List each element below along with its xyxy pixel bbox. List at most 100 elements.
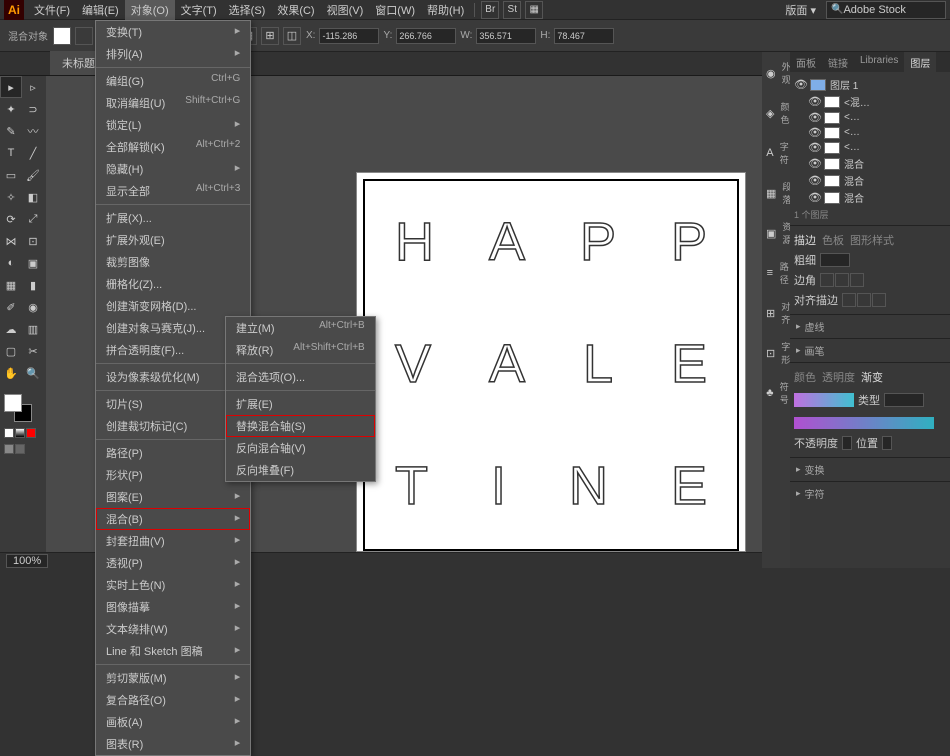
menu-item[interactable]: 锁定(L) (96, 114, 250, 136)
menu-item[interactable]: Line 和 Sketch 图稿 (96, 640, 250, 662)
letter[interactable]: P (671, 211, 707, 273)
stroke-swatch[interactable] (75, 27, 93, 45)
menu-item[interactable]: 创建渐变网格(D)... (96, 295, 250, 317)
panel-icon[interactable]: ⊞ (766, 304, 775, 322)
menu-type[interactable]: 文字(T) (175, 0, 223, 20)
fill-swatch[interactable] (53, 27, 71, 45)
eyedropper-tool[interactable]: ✐ (0, 296, 22, 318)
menu-item[interactable]: 剪切蒙版(M) (96, 667, 250, 689)
transform-icon[interactable]: ◫ (283, 27, 301, 45)
dash-section[interactable]: 虚线 (790, 314, 950, 338)
slice-tool[interactable]: ✂ (22, 340, 44, 362)
character-section[interactable]: 字符 (790, 481, 950, 505)
visibility-icon[interactable]: 👁 (808, 111, 820, 124)
rotate-tool[interactable]: ⟳ (0, 208, 22, 230)
menu-help[interactable]: 帮助(H) (421, 0, 470, 20)
menu-item[interactable]: 文本绕排(W) (96, 618, 250, 640)
panel-icon[interactable]: ▣ (766, 224, 776, 242)
menu-view[interactable]: 视图(V) (321, 0, 370, 20)
tab-stroke[interactable]: 描边 (794, 232, 816, 248)
tab-transparency[interactable]: 透明度 (822, 369, 855, 385)
artboard-tool[interactable]: ▢ (0, 340, 22, 362)
letter[interactable]: H (395, 211, 434, 273)
letter[interactable]: A (489, 333, 525, 395)
visibility-icon[interactable]: 👁 (808, 191, 820, 204)
grad-opacity-drop[interactable] (842, 436, 852, 450)
panel-icon[interactable]: ▦ (766, 184, 776, 202)
menu-item[interactable]: 图案(E) (96, 486, 250, 508)
corner-icon[interactable] (850, 273, 864, 287)
panel-icon[interactable]: ♣ (766, 384, 774, 402)
submenu-item[interactable]: 替换混合轴(S) (226, 415, 375, 437)
tab-links[interactable]: 链接 (822, 52, 854, 72)
arrange-icon[interactable]: ▦ (525, 1, 543, 19)
tab-swatches[interactable]: 色板 (822, 232, 844, 248)
menu-item[interactable]: 变换(T) (96, 21, 250, 43)
stock-icon[interactable]: St (503, 1, 521, 19)
tab-artboards[interactable]: 面板 (790, 52, 822, 72)
search-input[interactable]: 🔍 Adobe Stock (826, 1, 946, 19)
tab-layers[interactable]: 图层 (904, 52, 936, 72)
magic-wand-tool[interactable]: ✦ (0, 98, 22, 120)
stroke-weight-input[interactable] (820, 253, 850, 267)
menu-item[interactable]: 封套扭曲(V) (96, 530, 250, 552)
zoom-level[interactable]: 100% (6, 554, 48, 568)
layer-row[interactable]: 👁 <… (794, 125, 946, 140)
corner-icon[interactable] (820, 273, 834, 287)
line-tool[interactable]: ╱ (22, 142, 44, 164)
gradient-type-drop[interactable] (884, 393, 924, 407)
menu-select[interactable]: 选择(S) (223, 0, 272, 20)
fill-color[interactable] (4, 394, 22, 412)
submenu-item[interactable]: 混合选项(O)... (226, 366, 375, 388)
visibility-icon[interactable]: 👁 (808, 126, 820, 139)
layer-name[interactable]: <… (844, 127, 946, 138)
brush-tool[interactable]: 🖌 (22, 164, 44, 186)
zoom-tool[interactable]: 🔍 (22, 362, 44, 384)
tab-color[interactable]: 颜色 (794, 369, 816, 385)
menu-file[interactable]: 文件(F) (28, 0, 76, 20)
menu-edit[interactable]: 编辑(E) (76, 0, 125, 20)
menu-window[interactable]: 窗口(W) (369, 0, 421, 20)
layer-row[interactable]: 👁<… (794, 140, 946, 155)
menu-item[interactable]: 混合(B) (96, 508, 250, 530)
gradient-ramp[interactable] (794, 417, 934, 429)
submenu-item[interactable]: 建立(M)Alt+Ctrl+B (226, 317, 375, 339)
visibility-icon[interactable]: 👁 (808, 157, 820, 170)
panel-icon[interactable]: ◈ (766, 104, 774, 122)
layer-name[interactable]: <… (844, 112, 946, 123)
grad-position-drop[interactable] (882, 436, 892, 450)
menu-item[interactable]: 栅格化(Z)... (96, 273, 250, 295)
perspective-tool[interactable]: ▣ (22, 252, 44, 274)
menu-item[interactable]: 透视(P) (96, 552, 250, 574)
submenu-item[interactable]: 扩展(E) (226, 393, 375, 415)
tab-gradient[interactable]: 渐变 (861, 369, 883, 385)
panel-icon[interactable]: ◉ (766, 64, 776, 82)
letter[interactable]: N (569, 455, 608, 517)
menu-item[interactable]: 排列(A) (96, 43, 250, 65)
layer-name[interactable]: 混合 (844, 173, 946, 188)
letter[interactable]: A (489, 211, 525, 273)
letter[interactable]: I (491, 455, 506, 517)
layer-row[interactable]: 👁混合 (794, 155, 946, 172)
letter[interactable]: L (583, 333, 613, 395)
layer-row[interactable]: 👁混合 (794, 189, 946, 206)
menu-item[interactable]: 全部解锁(K)Alt+Ctrl+2 (96, 136, 250, 158)
w-value[interactable]: 356.571 (476, 28, 536, 44)
blend-tool[interactable]: ◉ (22, 296, 44, 318)
align-icon[interactable] (872, 293, 886, 307)
menu-item[interactable]: 实时上色(N) (96, 574, 250, 596)
shape-icon[interactable]: ⊞ (261, 27, 279, 45)
width-tool[interactable]: ⋈ (0, 230, 22, 252)
letter[interactable]: E (671, 333, 707, 395)
panel-icon[interactable]: A (766, 144, 774, 162)
layer-name[interactable]: <… (844, 142, 946, 153)
brush-section[interactable]: 画笔 (790, 338, 950, 362)
panel-icon[interactable]: ⊡ (766, 344, 775, 362)
letter[interactable]: T (395, 455, 428, 517)
align-icon[interactable] (842, 293, 856, 307)
lasso-tool[interactable]: ⊃ (22, 98, 44, 120)
submenu-item[interactable]: 反向堆叠(F) (226, 459, 375, 481)
hand-tool[interactable]: ✋ (0, 362, 22, 384)
align-icon[interactable] (857, 293, 871, 307)
workspace-label[interactable]: 版面 ▾ (779, 0, 822, 20)
